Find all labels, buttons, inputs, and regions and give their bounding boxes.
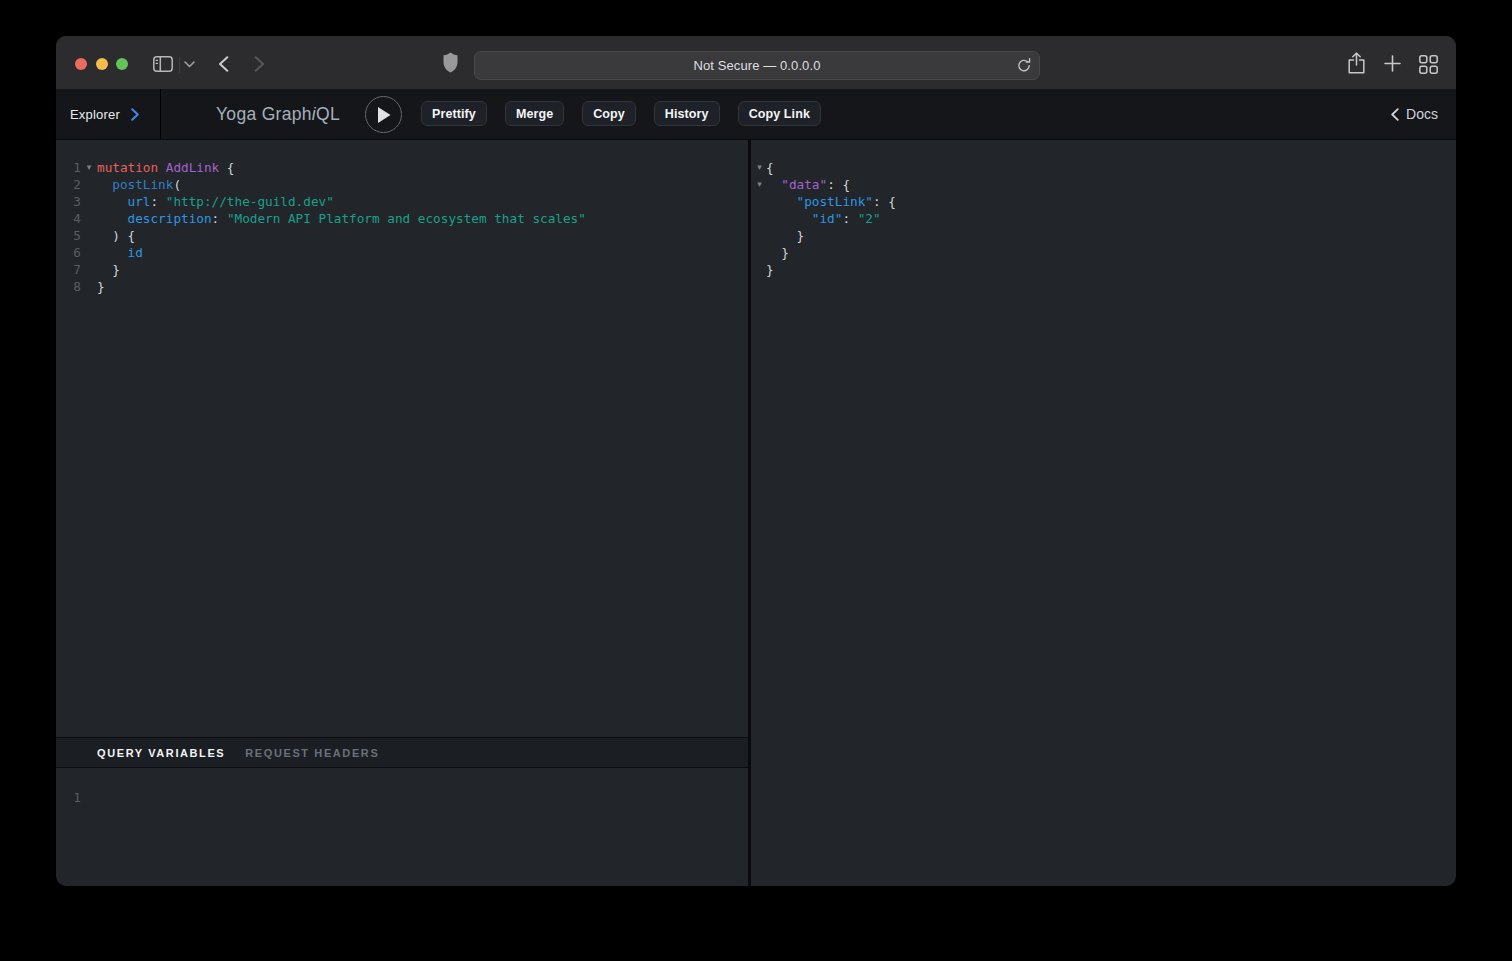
sidebar-toggle-icon[interactable] [153, 56, 173, 72]
prettify-button[interactable]: Prettify [421, 101, 487, 126]
fold-arrow-icon[interactable]: ▾ [753, 159, 766, 176]
reload-icon[interactable] [1016, 57, 1032, 74]
query-code-line: 6 id [56, 244, 748, 261]
titlebar: Not Secure — 0.0.0.0 [56, 36, 1456, 89]
query-code-line: 1▾mutation AddLink { [56, 159, 748, 176]
response-pane: ▾{▾ "data": { "postLink": { "id": "2" } … [751, 140, 1456, 886]
docs-button[interactable]: Docs [1391, 89, 1438, 139]
fold-gutter [81, 244, 97, 261]
back-icon[interactable] [218, 56, 229, 72]
fold-gutter [81, 176, 97, 193]
play-icon [376, 106, 392, 124]
line-number: 1 [56, 159, 81, 176]
line-number: 2 [56, 176, 81, 193]
query-code-line: 5 ) { [56, 227, 748, 244]
merge-button[interactable]: Merge [505, 101, 564, 126]
docs-label: Docs [1406, 106, 1438, 122]
response-line: "postLink": { [751, 193, 1456, 210]
line-number: 4 [56, 210, 81, 227]
tab-query-variables[interactable]: QUERY VARIABLES [97, 747, 225, 759]
query-code-line: 7 } [56, 261, 748, 278]
response-line: "id": "2" [751, 210, 1456, 227]
line-number: 7 [56, 261, 81, 278]
query-editor[interactable]: 1▾mutation AddLink {2 postLink(3 url: "h… [56, 140, 748, 737]
variables-editor[interactable]: 1 [56, 769, 748, 886]
explorer-toggle[interactable]: Explorer [56, 89, 161, 139]
line-number: 8 [56, 278, 81, 295]
address-bar-text: Not Secure — 0.0.0.0 [693, 58, 820, 73]
line-number: 3 [56, 193, 81, 210]
fold-arrow-icon[interactable]: ▾ [81, 159, 97, 176]
graphiql-toolbar: Explorer Yoga GraphiQL Prettify Merge Copy… [56, 89, 1456, 140]
app-title: Yoga GraphiQL [216, 89, 340, 139]
tab-overview-icon[interactable] [1419, 55, 1438, 74]
tab-request-headers[interactable]: REQUEST HEADERS [245, 747, 379, 759]
explorer-label: Explorer [70, 107, 120, 122]
close-window-button[interactable] [75, 58, 87, 70]
copy-link-button[interactable]: Copy Link [738, 101, 821, 126]
privacy-shield-icon[interactable] [443, 52, 458, 73]
response-viewer: ▾{▾ "data": { "postLink": { "id": "2" } … [751, 140, 1456, 278]
toolbar-buttons: Prettify Merge Copy History Copy Link [421, 101, 821, 126]
response-line: } [751, 261, 1456, 278]
fold-arrow-icon[interactable]: ▾ [753, 176, 766, 193]
new-tab-icon[interactable] [1384, 55, 1401, 72]
fold-gutter [81, 210, 97, 227]
variables-line-number: 1 [56, 789, 81, 806]
share-icon[interactable] [1348, 52, 1365, 74]
explorer-chevron-icon [131, 108, 139, 121]
sidebar-button-divider [179, 57, 180, 73]
query-code-line: 3 url: "http://the-guild.dev" [56, 193, 748, 210]
chevron-down-icon[interactable] [184, 61, 195, 68]
variables-tabs: QUERY VARIABLES REQUEST HEADERS [56, 737, 748, 768]
query-code-line: 8} [56, 278, 748, 295]
address-bar[interactable]: Not Secure — 0.0.0.0 [474, 51, 1040, 80]
forward-icon[interactable] [254, 56, 265, 72]
query-pane: 1▾mutation AddLink {2 postLink(3 url: "h… [56, 140, 748, 886]
execute-query-button[interactable] [365, 96, 402, 133]
history-button[interactable]: History [654, 101, 720, 126]
query-code-line: 2 postLink( [56, 176, 748, 193]
fold-gutter [81, 278, 97, 295]
fold-gutter [81, 227, 97, 244]
docs-chevron-icon [1391, 108, 1399, 121]
copy-button[interactable]: Copy [582, 101, 636, 126]
query-code-line: 4 description: "Modern API Platform and … [56, 210, 748, 227]
graphiql-content: 1▾mutation AddLink {2 postLink(3 url: "h… [56, 140, 1456, 886]
minimize-window-button[interactable] [96, 58, 108, 70]
fold-gutter [81, 193, 97, 210]
response-line: } [751, 227, 1456, 244]
line-number: 6 [56, 244, 81, 261]
response-line: } [751, 244, 1456, 261]
response-line: ▾{ [751, 159, 1456, 176]
line-number: 5 [56, 227, 81, 244]
browser-window: Not Secure — 0.0.0.0 Explorer [56, 36, 1456, 886]
zoom-window-button[interactable] [116, 58, 128, 70]
fold-gutter [81, 261, 97, 278]
response-line: ▾ "data": { [751, 176, 1456, 193]
